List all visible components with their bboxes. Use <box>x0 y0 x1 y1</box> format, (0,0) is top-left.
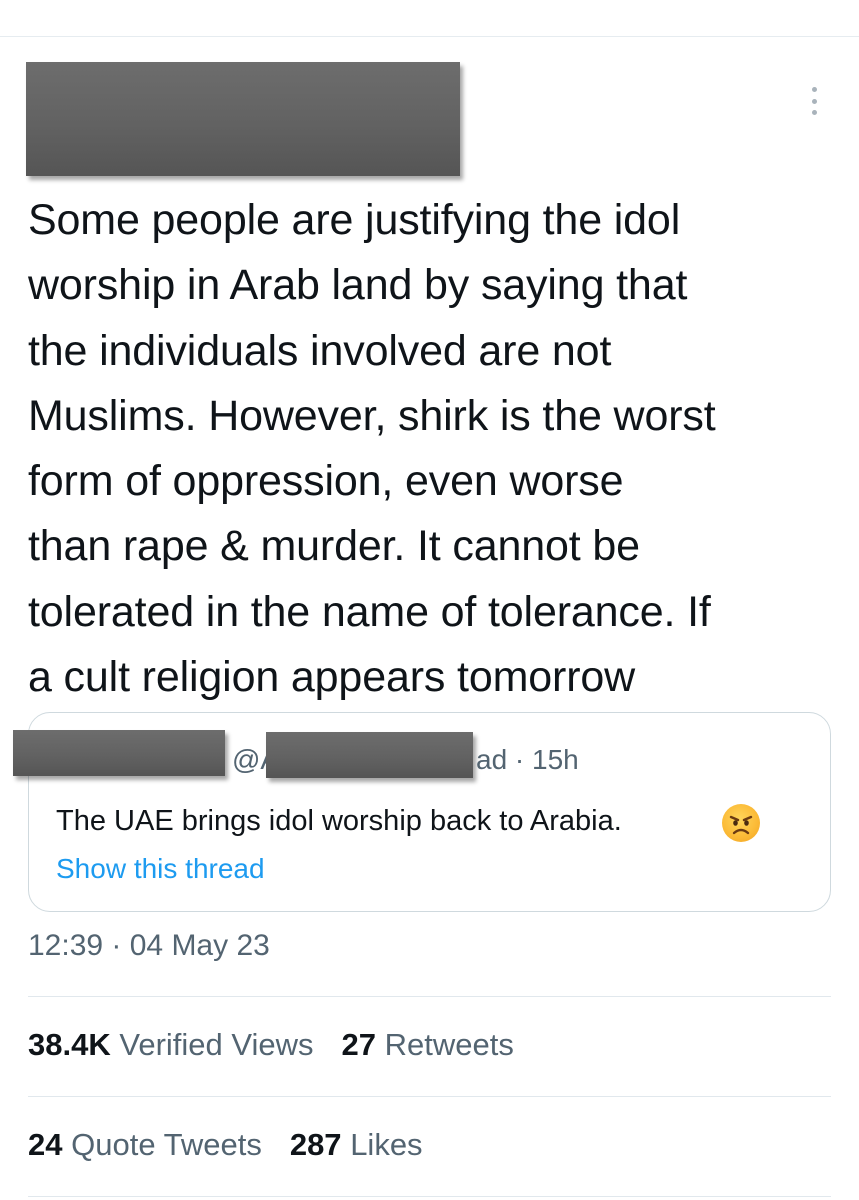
likes-count: 287 <box>289 1127 342 1162</box>
likes-label: Likes <box>350 1127 423 1162</box>
views-label: Verified Views <box>119 1027 314 1062</box>
retweets-label: Retweets <box>384 1027 514 1062</box>
divider <box>28 1196 831 1197</box>
angry-face-icon <box>722 804 760 842</box>
redacted-quote-author <box>13 730 225 776</box>
quote-tweets-stat[interactable]: 24 Quote Tweets <box>28 1127 262 1163</box>
retweets-count: 27 <box>341 1027 376 1062</box>
top-divider <box>0 36 859 37</box>
views-stat[interactable]: 38.4K Verified Views <box>28 1027 314 1063</box>
divider <box>28 996 831 997</box>
show-thread-link[interactable]: Show this thread <box>56 853 265 885</box>
tweet-text: Some people are justifying the idol wors… <box>28 196 716 702</box>
retweets-stat[interactable]: 27 Retweets <box>342 1027 514 1063</box>
quote-meta: ad · 15h <box>476 744 579 775</box>
stats-row-views-retweets: 38.4K Verified Views 27 Retweets <box>28 1027 514 1063</box>
divider <box>28 1096 831 1097</box>
stats-row-quotes-likes: 24 Quote Tweets 287 Likes <box>28 1127 423 1163</box>
quote-tweets-count: 24 <box>28 1127 63 1162</box>
redacted-author-block <box>26 62 460 176</box>
views-count: 38.4K <box>28 1027 111 1062</box>
likes-stat[interactable]: 287 Likes <box>290 1127 423 1163</box>
quote-text: The UAE brings idol worship back to Arab… <box>56 805 622 837</box>
tweet-timestamp[interactable]: 12:39 · 04 May 23 <box>28 929 270 963</box>
more-options-icon[interactable] <box>804 84 824 118</box>
redacted-quote-handle <box>266 732 473 778</box>
quote-tweets-label: Quote Tweets <box>71 1127 262 1162</box>
